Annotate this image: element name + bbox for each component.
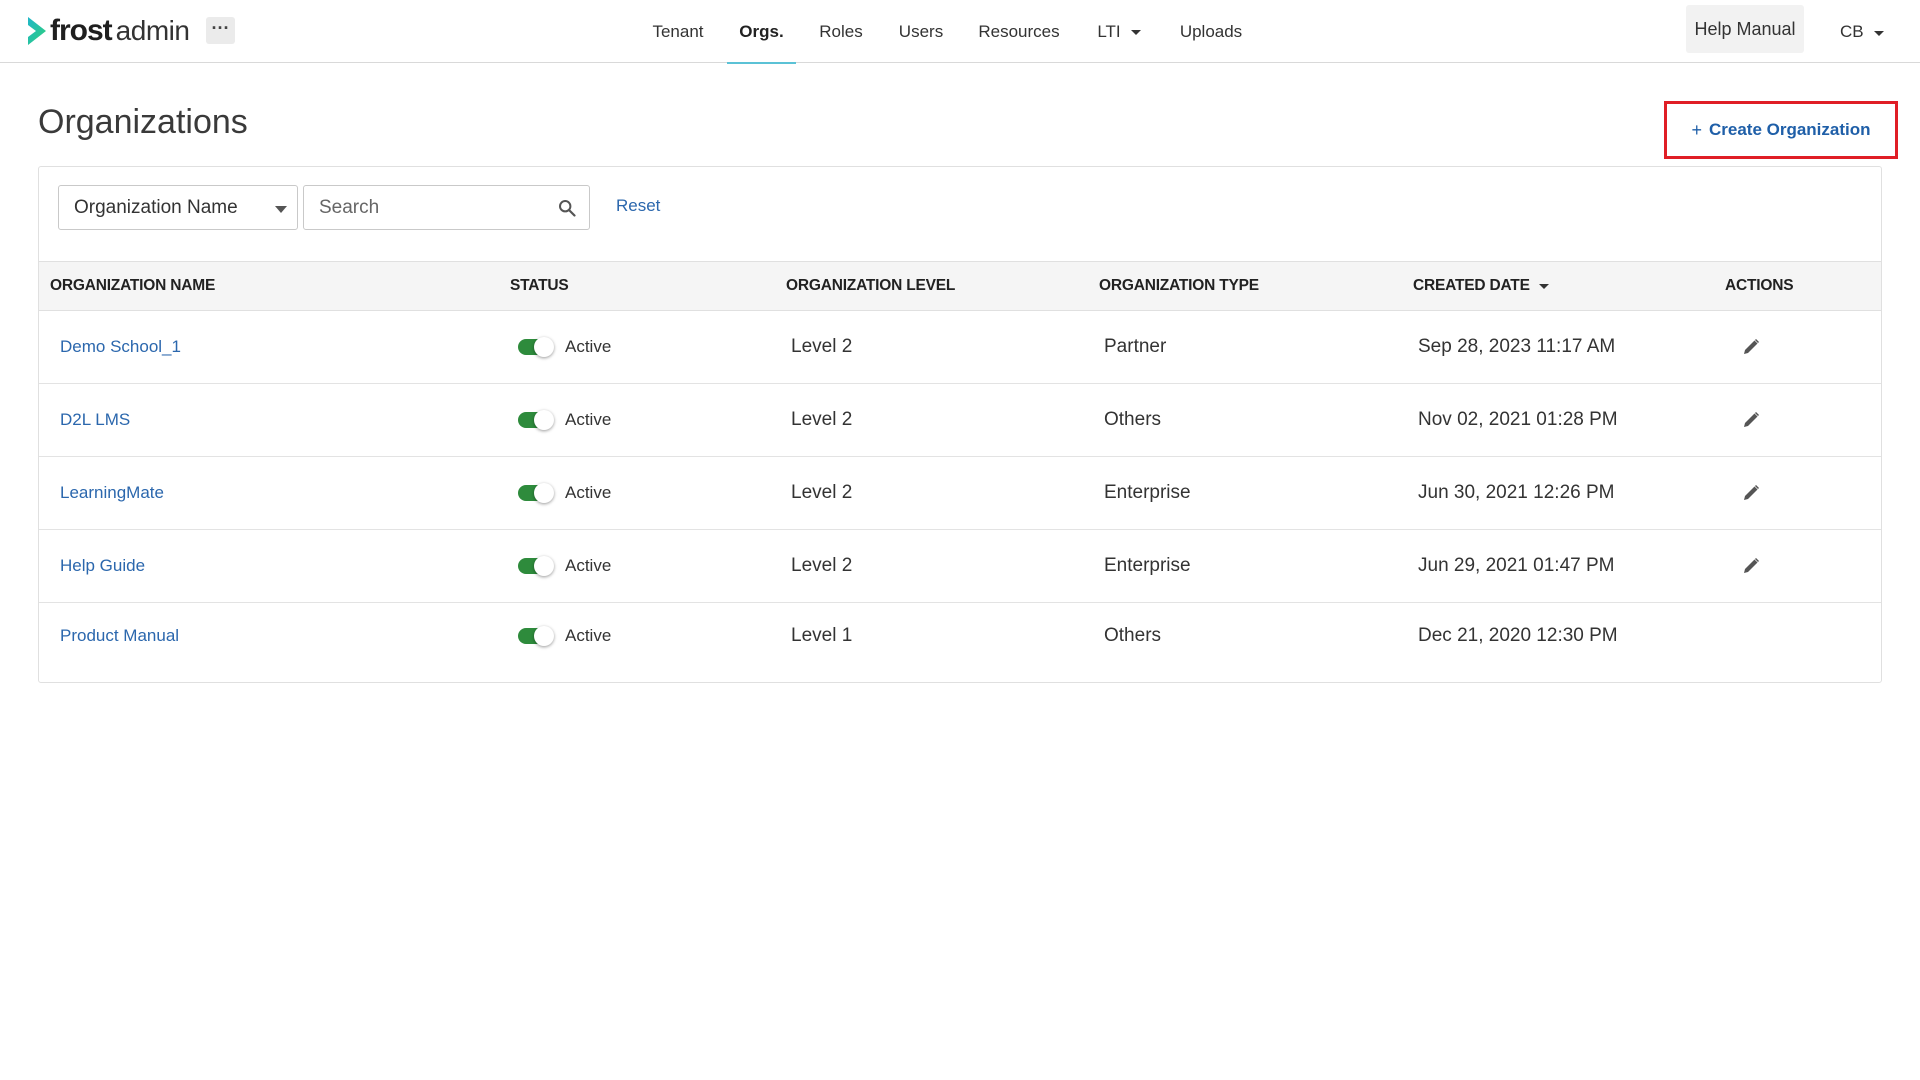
created-date-cell: Sep 28, 2023 11:17 AM	[1418, 336, 1616, 357]
edit-pencil-icon[interactable]	[1742, 484, 1760, 502]
table-row: Product Manual Active Level 1 Others Dec…	[39, 603, 1881, 669]
nav-item-users[interactable]: Users	[894, 0, 948, 63]
organization-name-link[interactable]: D2L LMS	[60, 384, 130, 456]
toggle-knob	[534, 410, 554, 430]
organization-type-cell: Enterprise	[1104, 555, 1191, 576]
status-cell: Active	[518, 311, 611, 383]
table-header: ORGANIZATION NAME STATUS ORGANIZATION LE…	[39, 261, 1881, 311]
column-header-status[interactable]: STATUS	[510, 262, 569, 310]
organization-level-cell: Level 2	[791, 555, 853, 576]
created-date-cell: Jun 29, 2021 01:47 PM	[1418, 555, 1615, 576]
edit-pencil-icon[interactable]	[1742, 557, 1760, 575]
status-cell: Active	[518, 384, 611, 456]
filter-field-value: Organization Name	[74, 196, 238, 218]
status-text: Active	[565, 410, 612, 429]
status-toggle[interactable]	[518, 626, 554, 646]
create-organization-label: Create Organization	[1708, 120, 1871, 139]
created-date-cell: Nov 02, 2021 01:28 PM	[1418, 409, 1618, 430]
chevron-down-icon	[275, 206, 287, 213]
status-text: Active	[565, 556, 612, 575]
toggle-knob	[534, 483, 554, 503]
table-row: Help Guide Active Level 2 Enterprise Jun…	[39, 530, 1881, 603]
frost-admin-logo[interactable]: frost admin	[26, 14, 190, 48]
organization-type-cell: Others	[1104, 409, 1162, 430]
status-text: Active	[565, 337, 612, 356]
search-input[interactable]	[304, 186, 589, 229]
nav-item-resources[interactable]: Resources	[975, 0, 1063, 63]
created-date-cell: Dec 21, 2020 12:30 PM	[1418, 625, 1618, 646]
status-text: Active	[565, 626, 612, 645]
nav-item-lti[interactable]: LTI	[1090, 0, 1148, 63]
user-menu[interactable]: CB	[1840, 20, 1884, 44]
search-icon[interactable]	[558, 199, 576, 217]
column-header-organization-level[interactable]: ORGANIZATION LEVEL	[786, 262, 955, 310]
logo-text-admin: admin	[115, 15, 190, 46]
toggle-knob	[534, 337, 554, 357]
plus-icon: +	[1691, 119, 1702, 140]
toggle-knob	[534, 556, 554, 576]
table-row: D2L LMS Active Level 2 Others Nov 02, 20…	[39, 384, 1881, 457]
status-toggle[interactable]	[518, 337, 554, 357]
column-header-created-date[interactable]: CREATED DATE	[1413, 262, 1549, 310]
organizations-panel: Organization Name Reset ORGANIZATION NAM…	[38, 166, 1882, 683]
table-row: Demo School_1 Active Level 2 Partner Sep…	[39, 311, 1881, 384]
actions-cell	[1742, 384, 1760, 456]
column-header-actions: ACTIONS	[1725, 277, 1794, 294]
more-menu-button[interactable]: ···	[206, 17, 235, 44]
logo-text-frost: frost	[50, 14, 113, 47]
nav-item-lti-label: LTI	[1097, 21, 1121, 41]
nav-item-roles[interactable]: Roles	[815, 0, 867, 63]
create-organization-button[interactable]: + Create Organization	[1664, 101, 1898, 159]
organization-level-cell: Level 2	[791, 409, 853, 430]
organization-type-cell: Partner	[1104, 336, 1167, 357]
organization-level-cell: Level 1	[791, 625, 853, 646]
status-toggle[interactable]	[518, 410, 554, 430]
created-date-cell: Jun 30, 2021 12:26 PM	[1418, 482, 1615, 503]
organization-level-cell: Level 2	[791, 336, 853, 357]
organization-name-link[interactable]: Demo School_1	[60, 311, 181, 383]
status-cell: Active	[518, 530, 611, 602]
status-toggle[interactable]	[518, 483, 554, 503]
organization-name-link[interactable]: Product Manual	[60, 603, 179, 669]
nav-item-uploads[interactable]: Uploads	[1176, 0, 1246, 63]
actions-cell	[1742, 311, 1760, 383]
status-toggle[interactable]	[518, 556, 554, 576]
nav-item-tenant[interactable]: Tenant	[648, 0, 708, 63]
edit-pencil-icon[interactable]	[1742, 411, 1760, 429]
status-cell: Active	[518, 457, 611, 529]
organization-type-cell: Enterprise	[1104, 482, 1191, 503]
filter-field-select[interactable]: Organization Name	[58, 185, 298, 230]
organization-name-link[interactable]: LearningMate	[60, 457, 164, 529]
table-row: LearningMate Active Level 2 Enterprise J…	[39, 457, 1881, 530]
edit-pencil-icon[interactable]	[1742, 338, 1760, 356]
page-title: Organizations	[38, 103, 248, 141]
user-initials: CB	[1840, 22, 1864, 41]
frost-chevron-icon	[28, 17, 46, 45]
chevron-down-icon	[1130, 30, 1141, 35]
column-header-created-date-label: CREATED DATE	[1413, 277, 1530, 294]
status-cell: Active	[518, 603, 611, 669]
status-text: Active	[565, 483, 612, 502]
sort-descending-icon	[1538, 283, 1549, 289]
top-navigation-bar: frost admin ··· Tenant Orgs. Roles Users…	[0, 0, 1920, 64]
reset-link[interactable]: Reset	[616, 196, 660, 216]
help-manual-button[interactable]: Help Manual	[1686, 5, 1804, 53]
toggle-knob	[534, 626, 554, 646]
actions-cell	[1742, 457, 1760, 529]
organization-level-cell: Level 2	[791, 482, 853, 503]
chevron-down-icon	[1873, 30, 1884, 36]
organization-type-cell: Others	[1104, 625, 1162, 646]
column-header-organization-type[interactable]: ORGANIZATION TYPE	[1099, 262, 1259, 310]
actions-cell	[1742, 530, 1760, 602]
nav-item-orgs[interactable]: Orgs.	[727, 0, 796, 64]
organization-name-link[interactable]: Help Guide	[60, 530, 145, 602]
column-header-organization-name[interactable]: ORGANIZATION NAME	[50, 262, 215, 310]
search-box	[303, 185, 590, 230]
